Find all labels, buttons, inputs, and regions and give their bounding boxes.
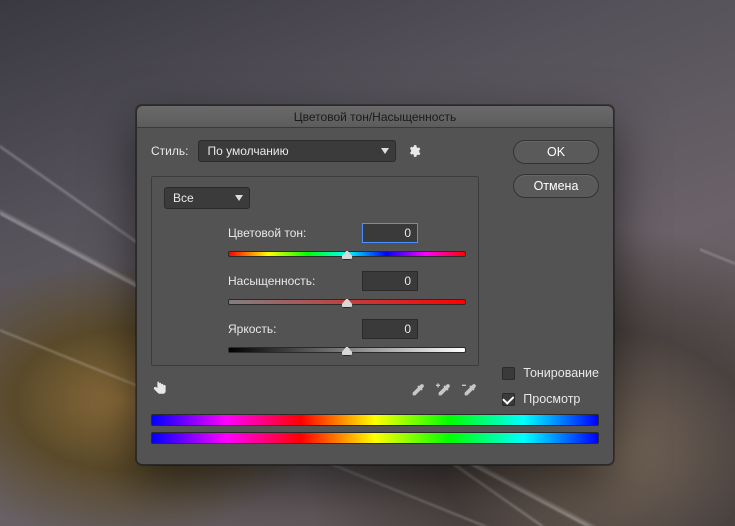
eyedropper-plus-icon[interactable] bbox=[435, 381, 453, 399]
checkbox-icon bbox=[502, 367, 515, 380]
hue-saturation-dialog: Цветовой тон/Насыщенность Стиль: По умол… bbox=[136, 105, 614, 465]
channel-select[interactable]: Все bbox=[164, 187, 250, 209]
dialog-buttons: OK Отмена bbox=[513, 140, 599, 198]
preview-label: Просмотр bbox=[523, 392, 580, 406]
lightness-slider-block: Яркость: bbox=[164, 319, 466, 353]
saturation-input[interactable] bbox=[362, 271, 418, 291]
tools-row bbox=[151, 380, 479, 400]
style-label: Стиль: bbox=[151, 144, 188, 158]
hue-slider[interactable] bbox=[228, 251, 466, 257]
chevron-down-icon bbox=[235, 195, 243, 201]
saturation-label: Насыщенность: bbox=[228, 274, 348, 288]
lightness-label: Яркость: bbox=[228, 322, 348, 336]
edit-panel: Все Цветовой тон: Насыщенность: bbox=[151, 176, 479, 366]
gear-icon[interactable] bbox=[406, 143, 422, 159]
dialog-body: Стиль: По умолчанию OK Отмена Все bbox=[137, 128, 613, 464]
dialog-title: Цветовой тон/Насыщенность bbox=[137, 106, 613, 128]
cancel-button[interactable]: Отмена bbox=[513, 174, 599, 198]
eyedropper-group bbox=[409, 381, 479, 399]
hue-bar-top[interactable] bbox=[151, 414, 599, 426]
eyedropper-minus-icon[interactable] bbox=[461, 381, 479, 399]
hue-input[interactable] bbox=[362, 223, 418, 243]
hue-label: Цветовой тон: bbox=[228, 226, 348, 240]
preview-checkbox[interactable]: Просмотр bbox=[502, 392, 599, 406]
hue-bar-bottom[interactable] bbox=[151, 432, 599, 444]
hue-range-bars bbox=[151, 414, 599, 444]
saturation-slider-block: Насыщенность: bbox=[164, 271, 466, 305]
colorize-label: Тонирование bbox=[523, 366, 599, 380]
lightness-input[interactable] bbox=[362, 319, 418, 339]
channel-value: Все bbox=[173, 191, 194, 205]
checkbox-icon bbox=[502, 393, 515, 406]
lightness-slider[interactable] bbox=[228, 347, 466, 353]
hue-slider-block: Цветовой тон: bbox=[164, 223, 466, 257]
ok-button[interactable]: OK bbox=[513, 140, 599, 164]
preset-select[interactable]: По умолчанию bbox=[198, 140, 396, 162]
chevron-down-icon bbox=[381, 148, 389, 154]
eyedropper-icon[interactable] bbox=[409, 381, 427, 399]
targeted-adjustment-icon[interactable] bbox=[151, 380, 171, 400]
options-group: Тонирование Просмотр bbox=[502, 366, 599, 406]
preset-value: По умолчанию bbox=[207, 144, 288, 158]
colorize-checkbox[interactable]: Тонирование bbox=[502, 366, 599, 380]
saturation-slider[interactable] bbox=[228, 299, 466, 305]
